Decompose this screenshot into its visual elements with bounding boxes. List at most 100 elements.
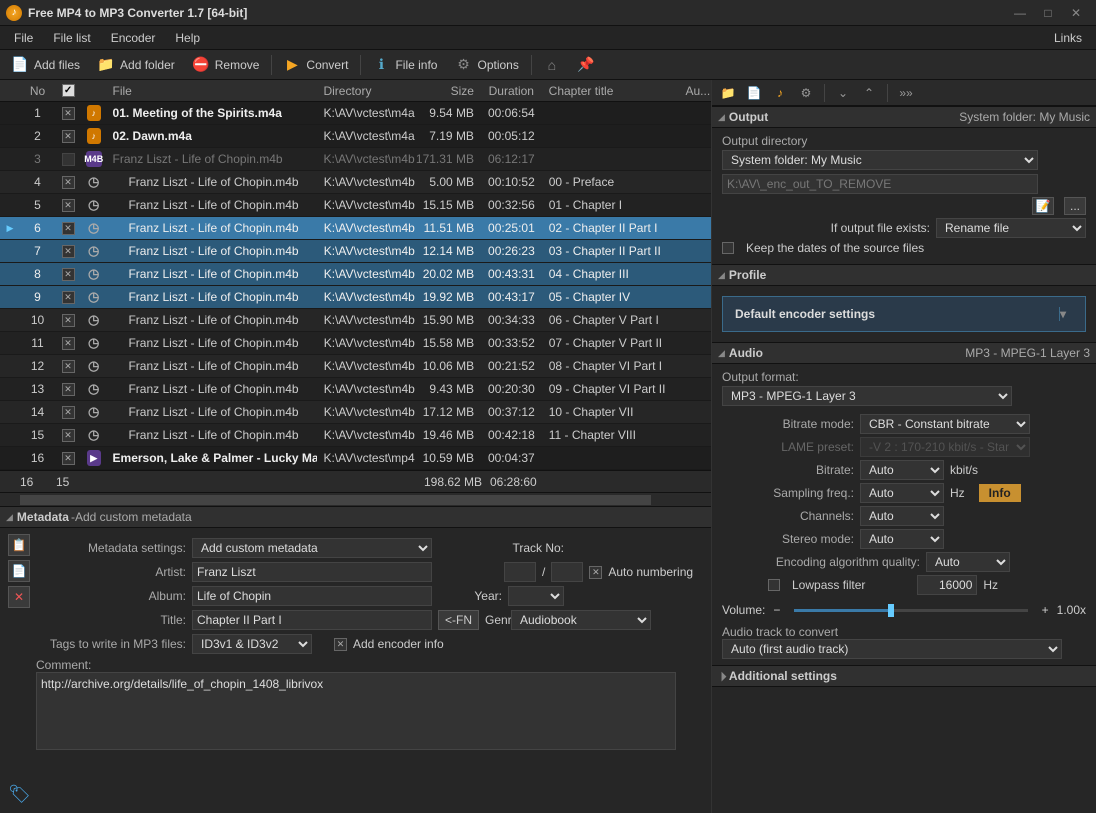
stereo-select[interactable]: Auto <box>860 529 944 549</box>
table-row[interactable]: 11✕◷Franz Liszt - Life of Chopin.m4bK:\A… <box>0 332 711 355</box>
rt-up-icon[interactable]: ⌃ <box>857 82 881 104</box>
close-button[interactable]: ✕ <box>1062 3 1090 23</box>
metadata-settings-select[interactable]: Add custom metadata <box>192 538 432 558</box>
table-row[interactable]: 7✕◷Franz Liszt - Life of Chopin.m4bK:\AV… <box>0 240 711 263</box>
track-total-input[interactable] <box>551 562 583 582</box>
menu-filelist[interactable]: File list <box>43 28 100 48</box>
table-row[interactable]: 8✕◷Franz Liszt - Life of Chopin.m4bK:\AV… <box>0 263 711 286</box>
profile-select[interactable]: Default encoder settings ▾ <box>722 296 1086 332</box>
more-folder-button[interactable]: ... <box>1064 197 1086 215</box>
genre-select[interactable]: Audiobook <box>511 610 651 630</box>
convert-button[interactable]: ▶Convert <box>276 54 356 76</box>
table-row[interactable]: 16✕▶Emerson, Lake & Palmer - Lucky Ma...… <box>0 447 711 470</box>
add-encoder-info-checkbox[interactable]: ✕ <box>334 638 347 651</box>
pin-icon: 📌 <box>578 57 594 73</box>
profile-section-header[interactable]: ◢Profile <box>712 264 1096 286</box>
if-exists-select[interactable]: Rename file <box>936 218 1086 238</box>
col-file[interactable]: File <box>107 84 318 98</box>
rt-down-icon[interactable]: ⌄ <box>831 82 855 104</box>
audio-track-select[interactable]: Auto (first audio track) <box>722 639 1062 659</box>
rt-gear-icon[interactable]: ⚙ <box>794 82 818 104</box>
file-grid[interactable]: 1✕♪01. Meeting of the Spirits.m4aK:\AV\v… <box>0 102 711 470</box>
gear-icon: ⚙ <box>455 57 471 73</box>
table-row[interactable]: 13✕◷Franz Liszt - Life of Chopin.m4bK:\A… <box>0 378 711 401</box>
volume-slider[interactable] <box>794 609 1027 612</box>
menu-links[interactable]: Links <box>1044 28 1092 48</box>
minimize-button[interactable]: — <box>1006 3 1034 23</box>
output-dir-label: Output directory <box>722 134 1086 148</box>
rt-music-icon[interactable]: ♪ <box>768 82 792 104</box>
col-no[interactable]: No <box>20 84 55 98</box>
table-row[interactable]: 2✕♪02. Dawn.m4aK:\AV\vctest\m4a7.19 MB00… <box>0 125 711 148</box>
lame-preset-select[interactable]: -V 2 : 170-210 kbit/s - Standard <box>860 437 1030 457</box>
enc-quality-select[interactable]: Auto <box>926 552 1010 572</box>
auto-numbering-checkbox[interactable]: ✕ <box>589 566 602 579</box>
sampling-select[interactable]: Auto <box>860 483 944 503</box>
col-audio[interactable]: Au... <box>680 84 712 98</box>
volume-minus-button[interactable]: − <box>773 603 780 617</box>
table-row[interactable]: 10✕◷Franz Liszt - Life of Chopin.m4bK:\A… <box>0 309 711 332</box>
clear-metadata-button[interactable]: ✕ <box>8 586 30 608</box>
track-no-input[interactable] <box>504 562 536 582</box>
comment-textarea[interactable]: http://archive.org/details/life_of_chopi… <box>36 672 676 750</box>
col-chapter[interactable]: Chapter title <box>543 84 680 98</box>
audio-section-header[interactable]: ◢Audio MP3 - MPEG-1 Layer 3 <box>712 342 1096 364</box>
output-format-select[interactable]: MP3 - MPEG-1 Layer 3 <box>722 386 1012 406</box>
lowpass-checkbox[interactable] <box>768 579 780 591</box>
year-select[interactable] <box>508 586 564 606</box>
fn-button[interactable]: <-FN <box>438 610 479 630</box>
additional-section-header[interactable]: ◢Additional settings <box>712 665 1096 687</box>
lowpass-input[interactable] <box>917 575 977 595</box>
table-row[interactable]: 5✕◷Franz Liszt - Life of Chopin.m4bK:\AV… <box>0 194 711 217</box>
info-badge[interactable]: Info <box>979 484 1021 502</box>
metadata-section-header[interactable]: ◢ Metadata - Add custom metadata <box>0 506 711 528</box>
table-row[interactable]: 12✕◷Franz Liszt - Life of Chopin.m4bK:\A… <box>0 355 711 378</box>
browse-folder-button[interactable]: 📝 <box>1032 197 1054 215</box>
maximize-button[interactable]: □ <box>1034 3 1062 23</box>
table-row[interactable]: 1✕♪01. Meeting of the Spirits.m4aK:\AV\v… <box>0 102 711 125</box>
col-size[interactable]: Size <box>415 84 480 98</box>
artist-input[interactable] <box>192 562 432 582</box>
title-input[interactable] <box>192 610 432 630</box>
horizontal-scrollbar[interactable] <box>0 492 711 506</box>
rt-doc-icon[interactable]: 📄 <box>742 82 766 104</box>
remove-icon: ⛔ <box>193 57 209 73</box>
convert-icon: ▶ <box>284 57 300 73</box>
table-row[interactable]: 9✕◷Franz Liszt - Life of Chopin.m4bK:\AV… <box>0 286 711 309</box>
channels-select[interactable]: Auto <box>860 506 944 526</box>
col-duration[interactable]: Duration <box>480 84 543 98</box>
menu-encoder[interactable]: Encoder <box>101 28 166 48</box>
options-button[interactable]: ⚙Options <box>447 54 526 76</box>
tags-select[interactable]: ID3v1 & ID3v2 <box>192 634 312 654</box>
rt-folder-icon[interactable]: 📁 <box>716 82 740 104</box>
output-dir-select[interactable]: System folder: My Music <box>722 150 1038 170</box>
home-button[interactable]: ⌂ <box>536 54 568 76</box>
add-folder-button[interactable]: 📁Add folder <box>90 54 183 76</box>
col-directory[interactable]: Directory <box>317 84 415 98</box>
table-row[interactable]: 14✕◷Franz Liszt - Life of Chopin.m4bK:\A… <box>0 401 711 424</box>
remove-button[interactable]: ⛔Remove <box>185 54 268 76</box>
album-input[interactable] <box>192 586 432 606</box>
output-path-input[interactable] <box>722 174 1038 194</box>
bitrate-mode-select[interactable]: CBR - Constant bitrate <box>860 414 1030 434</box>
menu-help[interactable]: Help <box>165 28 210 48</box>
menu-bar: File File list Encoder Help Links <box>0 26 1096 50</box>
volume-plus-button[interactable]: + <box>1042 603 1049 617</box>
col-check[interactable]: ✓ <box>55 84 81 97</box>
pin-button[interactable]: 📌 <box>570 54 602 76</box>
output-section-header[interactable]: ◢Output System folder: My Music <box>712 106 1096 128</box>
table-row[interactable]: 15✕◷Franz Liszt - Life of Chopin.m4bK:\A… <box>0 424 711 447</box>
keep-dates-checkbox[interactable] <box>722 242 734 254</box>
table-row[interactable]: 6✕◷Franz Liszt - Life of Chopin.m4bK:\AV… <box>0 217 711 240</box>
app-icon: ♪ <box>6 5 22 21</box>
copy-metadata-button[interactable]: 📋 <box>8 534 30 556</box>
bitrate-select[interactable]: Auto <box>860 460 944 480</box>
chevron-down-icon[interactable]: ▾ <box>1059 307 1073 321</box>
table-row[interactable]: 4✕◷Franz Liszt - Life of Chopin.m4bK:\AV… <box>0 171 711 194</box>
table-row[interactable]: 3M4BFranz Liszt - Life of Chopin.m4bK:\A… <box>0 148 711 171</box>
add-files-button[interactable]: 📄Add files <box>4 54 88 76</box>
menu-file[interactable]: File <box>4 28 43 48</box>
rt-more-icon[interactable]: »» <box>894 82 918 104</box>
file-info-button[interactable]: ℹFile info <box>365 54 445 76</box>
paste-metadata-button[interactable]: 📄 <box>8 560 30 582</box>
